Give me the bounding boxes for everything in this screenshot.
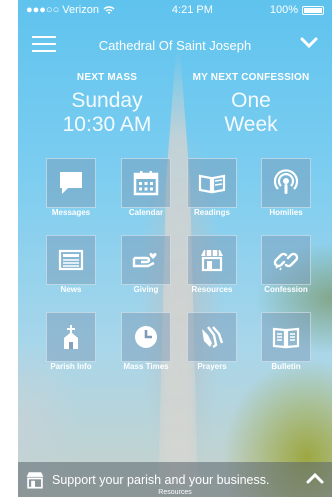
tile-label: Parish Info [50,362,92,371]
tile-label: Confession [264,285,308,294]
bulletin-book-icon [272,327,300,349]
tile-mass-times[interactable] [121,312,171,362]
church-icon [64,325,78,349]
next-confession-unit: Week [224,113,278,136]
tile-label: News [60,285,82,294]
tile-label: Prayers [197,362,227,371]
parish-title: Cathedral Of Saint Joseph [98,37,252,53]
newspaper-icon [58,249,84,271]
tile-giving[interactable] [121,235,171,285]
next-confession-label: MY NEXT CONFESSION [192,72,310,83]
promo-sub-label: Resources [158,489,192,496]
promo-text: Support your parish and your business. [52,472,270,487]
tile-prayers[interactable] [187,312,237,362]
next-mass-time: 10:30 AM [62,113,152,136]
open-book-icon [198,174,226,194]
tile-label: Messages [51,208,91,217]
tile-confession[interactable] [261,235,311,285]
tile-bulletin[interactable] [261,312,311,362]
nav-bar: Cathedral Of Saint Joseph [18,30,332,60]
hamburger-menu-icon[interactable] [32,36,56,54]
tile-calendar[interactable] [121,158,171,208]
tile-label: Readings [193,208,230,217]
tile-readings[interactable] [187,158,237,208]
chevron-down-icon[interactable] [300,36,318,50]
next-confession-panel[interactable]: MY NEXT CONFESSION One Week [176,72,326,137]
tile-parish-info[interactable] [46,312,96,362]
tile-label: Homilies [269,208,303,217]
storefront-icon [26,471,44,489]
next-confession-amount: One [231,89,271,112]
podcast-icon [273,169,299,194]
promo-bar[interactable]: Support your parish and your business. R… [18,462,332,497]
calendar-icon [133,171,159,196]
status-bar: ●●●○○ Verizon 4:21 PM 100% [18,0,332,20]
app-screen: ●●●○○ Verizon 4:21 PM 100% Cathedral Of … [18,0,332,497]
link-icon [273,252,299,271]
tile-label: Bulletin [271,362,301,371]
carrier-label: ●●●○○ Verizon [26,4,99,16]
clock-icon [135,326,157,348]
chat-bubble-icon [60,172,82,194]
tile-homilies[interactable] [261,158,311,208]
giving-hand-icon [132,253,157,268]
battery-icon [301,5,324,15]
praying-hands-icon [202,326,224,348]
clock-time: 4:21 PM [171,4,213,16]
tile-messages[interactable] [46,158,96,208]
next-mass-label: NEXT MASS [76,72,138,83]
tile-news[interactable] [46,235,96,285]
battery-percent: 100% [269,4,298,16]
next-mass-panel[interactable]: NEXT MASS Sunday 10:30 AM [32,72,182,137]
next-mass-day: Sunday [71,89,143,112]
wifi-icon [103,5,115,14]
tile-resources[interactable] [187,235,237,285]
tile-label: Resources [191,285,233,294]
storefront-icon [201,250,223,272]
chevron-up-icon[interactable] [306,471,324,485]
